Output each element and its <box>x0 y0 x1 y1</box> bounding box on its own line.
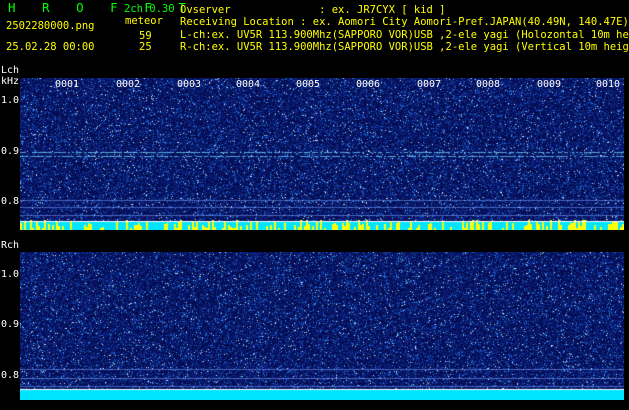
lch-label: Lch <box>1 65 20 76</box>
time-marker-0002: 0002 <box>116 79 141 90</box>
mode-label: meteor <box>125 15 163 27</box>
rch-waterfall <box>20 252 624 400</box>
lch-info-line: L-ch:ex. UV5R 113.900Mhz(SAPPORO VOR)USB… <box>180 30 629 41</box>
rch-ytick-1.0: 1.0 <box>1 269 20 280</box>
file-datetime: 25.02.28 00:00 <box>6 41 95 53</box>
time-marker-0001: 0001 <box>55 79 80 90</box>
rch-ytick-0.9: 0.9 <box>1 319 20 330</box>
rch-label: Rch <box>1 240 20 251</box>
lch-unit: kHz <box>1 76 20 87</box>
location-line: Receiving Location : ex. Aomori City Aom… <box>180 16 629 28</box>
hroft-screen: { "app": { "title": "H R O F F T", "vers… <box>0 0 629 410</box>
lch-ytick-1.0: 1.0 <box>1 95 20 106</box>
lch-count: 59 <box>139 30 152 42</box>
observer-line: Ovserver : ex. JR7CYX [ kid ] <box>180 4 446 16</box>
time-marker-0008: 0008 <box>476 79 501 90</box>
time-marker-0009: 0009 <box>537 79 562 90</box>
time-marker-0003: 0003 <box>177 79 202 90</box>
time-marker-0004: 0004 <box>236 79 261 90</box>
time-marker-0005: 0005 <box>296 79 321 90</box>
lch-waterfall <box>20 78 624 230</box>
lch-ytick-0.9: 0.9 <box>1 146 20 157</box>
time-marker-0007: 0007 <box>417 79 442 90</box>
rch-info-line: R-ch:ex. UV5R 113.900Mhz(SAPPORO VOR)USB… <box>180 42 629 53</box>
time-marker-0006: 0006 <box>356 79 381 90</box>
file-name: 2502280000.png <box>6 20 95 32</box>
time-marker-0010: 0010 <box>596 79 621 90</box>
rch-count: 25 <box>139 41 152 53</box>
rch-ytick-0.8: 0.8 <box>1 370 20 381</box>
lch-ytick-0.8: 0.8 <box>1 196 20 207</box>
app-version: 2ch 0.30 <box>124 3 175 15</box>
